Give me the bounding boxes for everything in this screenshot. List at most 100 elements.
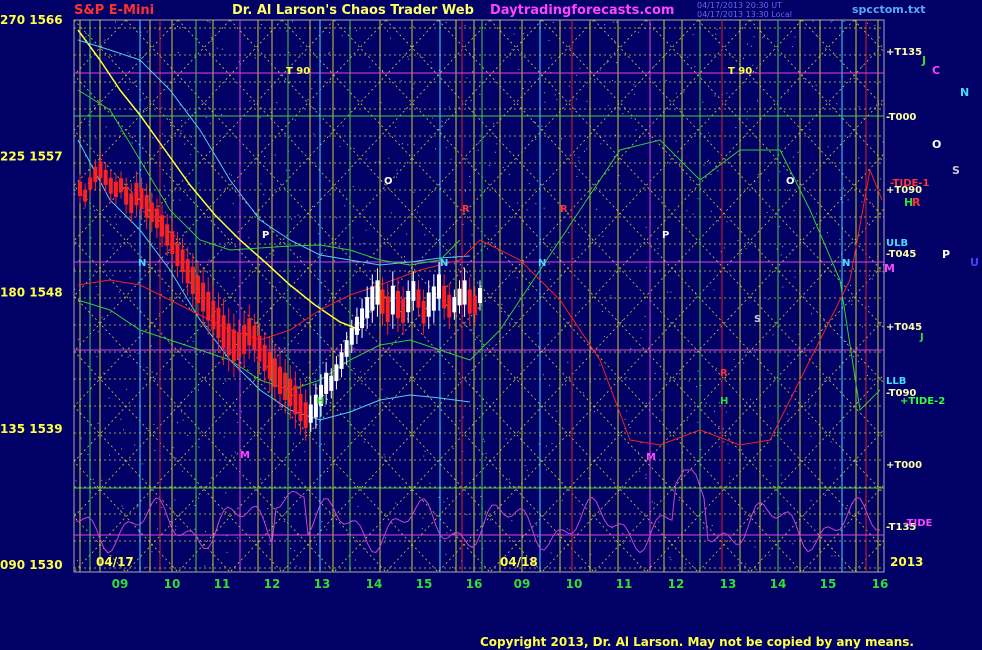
grid-dot bbox=[383, 542, 385, 544]
grid-dot bbox=[787, 91, 789, 93]
grid-dot bbox=[703, 164, 705, 166]
grid-dot bbox=[129, 276, 131, 278]
grid-dot bbox=[859, 491, 861, 493]
grid-dot bbox=[163, 185, 165, 187]
grid-dot bbox=[551, 443, 553, 445]
grid-dot bbox=[782, 246, 784, 248]
grid-dot bbox=[702, 101, 704, 103]
grid-dot bbox=[670, 559, 672, 561]
grid-dot bbox=[263, 458, 265, 460]
grid-dot bbox=[788, 418, 790, 420]
grid-dot bbox=[381, 388, 383, 390]
grid-dot bbox=[738, 154, 740, 156]
lattice-line bbox=[906, 20, 982, 572]
candle-body bbox=[103, 169, 108, 186]
right-level-label: +T045 bbox=[886, 322, 922, 333]
grid-dot bbox=[645, 402, 647, 404]
grid-dot bbox=[661, 196, 663, 198]
grid-dot bbox=[353, 147, 355, 149]
grid-dot bbox=[202, 353, 204, 355]
grid-dot bbox=[670, 291, 672, 293]
grid-dot bbox=[725, 411, 727, 413]
right-level-label: -T000 bbox=[886, 112, 916, 123]
grid-dot bbox=[177, 25, 179, 27]
candle-body bbox=[426, 292, 431, 317]
candle-body bbox=[129, 193, 134, 214]
grid-dot bbox=[274, 154, 276, 156]
grid-dot bbox=[416, 211, 418, 213]
grid-dot bbox=[735, 127, 737, 129]
grid-dot bbox=[313, 133, 315, 135]
grid-dot bbox=[209, 122, 211, 124]
grid-dot bbox=[222, 48, 224, 50]
grid-dot bbox=[726, 92, 728, 94]
candle-body bbox=[452, 297, 457, 313]
grid-dot bbox=[192, 340, 194, 342]
grid-dot bbox=[363, 441, 365, 443]
grid-dot bbox=[807, 401, 809, 403]
grid-dot bbox=[755, 569, 757, 571]
grid-dot bbox=[300, 45, 302, 47]
grid-dot bbox=[683, 91, 685, 93]
grid-dot bbox=[256, 357, 258, 359]
chart-annotation: R bbox=[560, 204, 568, 215]
grid-dot bbox=[465, 190, 467, 192]
grid-dot bbox=[196, 38, 198, 40]
grid-dot bbox=[710, 174, 712, 176]
grid-dot bbox=[111, 56, 113, 58]
grid-dot bbox=[517, 202, 519, 204]
grid-dot bbox=[383, 454, 385, 456]
grid-dot bbox=[858, 106, 860, 108]
grid-dot bbox=[187, 434, 189, 436]
grid-dot bbox=[196, 353, 198, 355]
grid-dot bbox=[611, 297, 613, 299]
lattice-line bbox=[906, 20, 982, 572]
grid-dot bbox=[318, 233, 320, 235]
grid-dot bbox=[344, 205, 346, 207]
grid-dot bbox=[606, 62, 608, 64]
grid-dot bbox=[273, 250, 275, 252]
copyright-notice: Copyright 2013, Dr. Al Larson. May not b… bbox=[480, 635, 914, 649]
grid-dot bbox=[653, 65, 655, 67]
lattice-line bbox=[958, 20, 982, 572]
candle-body bbox=[457, 288, 462, 306]
grid-dot bbox=[601, 311, 603, 313]
x-tick-label: 15 bbox=[820, 577, 837, 591]
grid-dot bbox=[578, 156, 580, 158]
grid-dot bbox=[112, 274, 114, 276]
grid-dot bbox=[225, 380, 227, 382]
grid-dot bbox=[93, 105, 95, 107]
grid-dot bbox=[321, 521, 323, 523]
grid-dot bbox=[485, 452, 487, 454]
grid-dot bbox=[600, 143, 602, 145]
grid-dot bbox=[626, 410, 628, 412]
grid-dot bbox=[384, 456, 386, 458]
grid-dot bbox=[231, 455, 233, 457]
grid-dot bbox=[537, 332, 539, 334]
grid-dot bbox=[352, 186, 354, 188]
grid-dot bbox=[874, 28, 876, 30]
grid-dot bbox=[471, 71, 473, 73]
grid-dot bbox=[336, 217, 338, 219]
grid-dot bbox=[798, 333, 800, 335]
grid-dot bbox=[839, 238, 841, 240]
grid-dot bbox=[458, 269, 460, 271]
grid-dot bbox=[205, 530, 207, 532]
timestamp-local: 04/17/2013 13:30 Local bbox=[697, 10, 792, 19]
grid-dot bbox=[661, 409, 663, 411]
candle-body bbox=[472, 295, 477, 314]
candle-body bbox=[283, 372, 288, 400]
grid-dot bbox=[268, 270, 270, 272]
grid-dot bbox=[226, 551, 228, 553]
grid-dot bbox=[170, 124, 172, 126]
grid-dot bbox=[763, 35, 765, 37]
grid-dot bbox=[92, 478, 94, 480]
candle-body bbox=[201, 282, 206, 312]
site-link[interactable]: Daytradingforecasts.com bbox=[490, 3, 674, 18]
grid-dot bbox=[387, 30, 389, 32]
grid-dot bbox=[713, 289, 715, 291]
grid-dot bbox=[270, 111, 272, 113]
candle-body bbox=[93, 166, 98, 182]
grid-dot bbox=[370, 478, 372, 480]
grid-dot bbox=[137, 352, 139, 354]
